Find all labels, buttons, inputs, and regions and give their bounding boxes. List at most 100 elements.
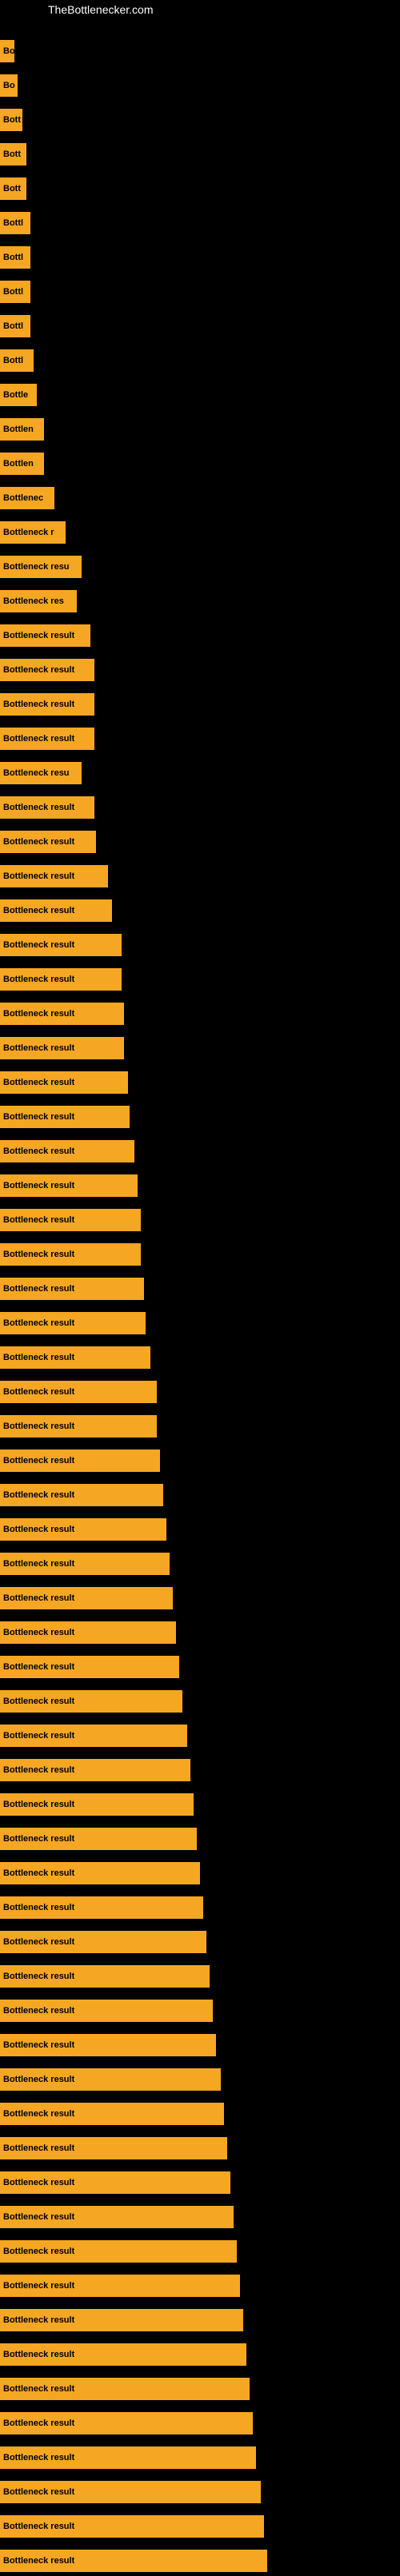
bar-item: Bottl xyxy=(0,311,400,341)
bar: Bottlen xyxy=(0,418,44,441)
bar-item: Bottleneck result xyxy=(0,1102,400,1132)
bar: Bottleneck result xyxy=(0,2378,250,2400)
bar-item: Bottleneck result xyxy=(0,2442,400,2473)
bar: Bo xyxy=(0,40,14,62)
bar-item: Bottle xyxy=(0,380,400,410)
bar: Bottlenec xyxy=(0,487,54,509)
bar: Bottleneck result xyxy=(0,796,94,819)
bar-item: Bottleneck result xyxy=(0,1377,400,1407)
bar-label: Bottleneck result xyxy=(3,1422,74,1431)
bar: Bottleneck result xyxy=(0,934,122,956)
bar-label: Bottleneck result xyxy=(3,665,74,675)
bar-item: Bott xyxy=(0,105,400,135)
bar-label: Bottleneck result xyxy=(3,734,74,744)
bar-item: Bottleneck result xyxy=(0,1480,400,1510)
bar-label: Bott xyxy=(3,150,21,159)
bar-item: Bottlenec xyxy=(0,483,400,513)
bar-label: Bottl xyxy=(3,287,23,297)
bar-item: Bottleneck result xyxy=(0,1858,400,1888)
bar-label: Bottleneck res xyxy=(3,596,64,606)
bar-label: Bottleneck result xyxy=(3,1456,74,1465)
bar-label: Bottleneck result xyxy=(3,2075,74,2084)
bar-item: Bottleneck result xyxy=(0,2305,400,2335)
bar: Bottleneck result xyxy=(0,2481,261,2503)
bar-item: Bottleneck result xyxy=(0,861,400,891)
bar-label: Bottleneck result xyxy=(3,837,74,847)
bar-item: Bottleneck result xyxy=(0,2202,400,2232)
bar-item: Bottleneck resu xyxy=(0,552,400,582)
bar-item: Bottl xyxy=(0,242,400,273)
bar-label: Bottleneck result xyxy=(3,1181,74,1190)
bar-label: Bottlen xyxy=(3,459,34,469)
bar-item: Bottleneck result xyxy=(0,1033,400,1063)
bar: Bottleneck result xyxy=(0,2343,246,2366)
bar-item: Bottleneck res xyxy=(0,586,400,616)
bar-label: Bottleneck result xyxy=(3,2212,74,2222)
bar: Bottleneck result xyxy=(0,1278,144,1300)
bar: Bottleneck result xyxy=(0,1862,200,1884)
bar-label: Bottleneck result xyxy=(3,2350,74,2359)
bar-item: Bottleneck r xyxy=(0,517,400,548)
bar-item: Bottleneck result xyxy=(0,2477,400,2507)
bar-label: Bottleneck result xyxy=(3,2522,74,2531)
bar-item: Bo xyxy=(0,36,400,66)
bar-label: Bottleneck result xyxy=(3,1387,74,1397)
bar-label: Bottleneck result xyxy=(3,1215,74,1225)
bar-label: Bottleneck result xyxy=(3,1250,74,1259)
bar: Bottleneck result xyxy=(0,1931,206,1953)
bar-label: Bottleneck result xyxy=(3,1078,74,1087)
bar: Bottleneck result xyxy=(0,1518,166,1541)
bar-item: Bottleneck result xyxy=(0,1721,400,1751)
bar-item: Bottleneck result xyxy=(0,1652,400,1682)
bar-item: Bottleneck result xyxy=(0,2064,400,2095)
bar-item: Bottleneck result xyxy=(0,655,400,685)
bar: Bottleneck result xyxy=(0,2550,267,2572)
bar-label: Bottleneck result xyxy=(3,1559,74,1569)
bar: Bottleneck result xyxy=(0,2034,216,2056)
bar-item: Bottleneck result xyxy=(0,1686,400,1717)
bar: Bottleneck result xyxy=(0,2309,243,2331)
bar-item: Bottleneck result xyxy=(0,2511,400,2542)
bar: Bottleneck result xyxy=(0,2515,264,2538)
bar-item: Bottleneck result xyxy=(0,1789,400,1820)
bar-item: Bottleneck resu xyxy=(0,758,400,788)
bar-label: Bottlen xyxy=(3,425,34,434)
bar: Bottleneck result xyxy=(0,1621,176,1644)
bar-label: Bottleneck result xyxy=(3,2384,74,2394)
bar-label: Bottleneck result xyxy=(3,2453,74,2462)
bar-item: Bottleneck result xyxy=(0,724,400,754)
bar-item: Bottleneck result xyxy=(0,2271,400,2301)
bar: Bottleneck result xyxy=(0,2000,213,2022)
bar-item: Bo xyxy=(0,70,400,101)
bar-label: Bottleneck result xyxy=(3,1284,74,1294)
bar: Bottleneck result xyxy=(0,624,90,647)
bar-item: Bottleneck result xyxy=(0,1239,400,1270)
bar: Bottleneck resu xyxy=(0,556,82,578)
bar: Bottleneck result xyxy=(0,1449,160,1472)
bar: Bottleneck result xyxy=(0,1003,124,1025)
bar: Bottle xyxy=(0,384,37,406)
bar: Bottleneck result xyxy=(0,2240,237,2263)
bar-item: Bottleneck result xyxy=(0,792,400,823)
bar-item: Bottleneck result xyxy=(0,1170,400,1201)
bar-label: Bottleneck result xyxy=(3,975,74,984)
bar: Bottleneck result xyxy=(0,1037,124,1059)
bar-label: Bott xyxy=(3,184,21,193)
bar: Bottleneck result xyxy=(0,831,96,853)
bar-label: Bottlenec xyxy=(3,493,43,503)
bar-label: Bottleneck result xyxy=(3,1490,74,1500)
bar: Bottleneck result xyxy=(0,1587,173,1609)
bar: Bottleneck result xyxy=(0,1759,190,1781)
bar-item: Bottleneck result xyxy=(0,2133,400,2163)
bar-item: Bottleneck result xyxy=(0,964,400,995)
bar-item: Bottleneck result xyxy=(0,1617,400,1648)
bar: Bottleneck result xyxy=(0,693,94,716)
bar-item: Bott xyxy=(0,139,400,169)
bar-item: Bottleneck result xyxy=(0,1583,400,1613)
bar-item: Bottleneck result xyxy=(0,1996,400,2026)
bar-item: Bottleneck result xyxy=(0,1961,400,1992)
bar-label: Bottl xyxy=(3,218,23,228)
bar: Bottl xyxy=(0,212,30,234)
bar-label: Bottleneck result xyxy=(3,1112,74,1122)
bar-label: Bottleneck result xyxy=(3,1765,74,1775)
